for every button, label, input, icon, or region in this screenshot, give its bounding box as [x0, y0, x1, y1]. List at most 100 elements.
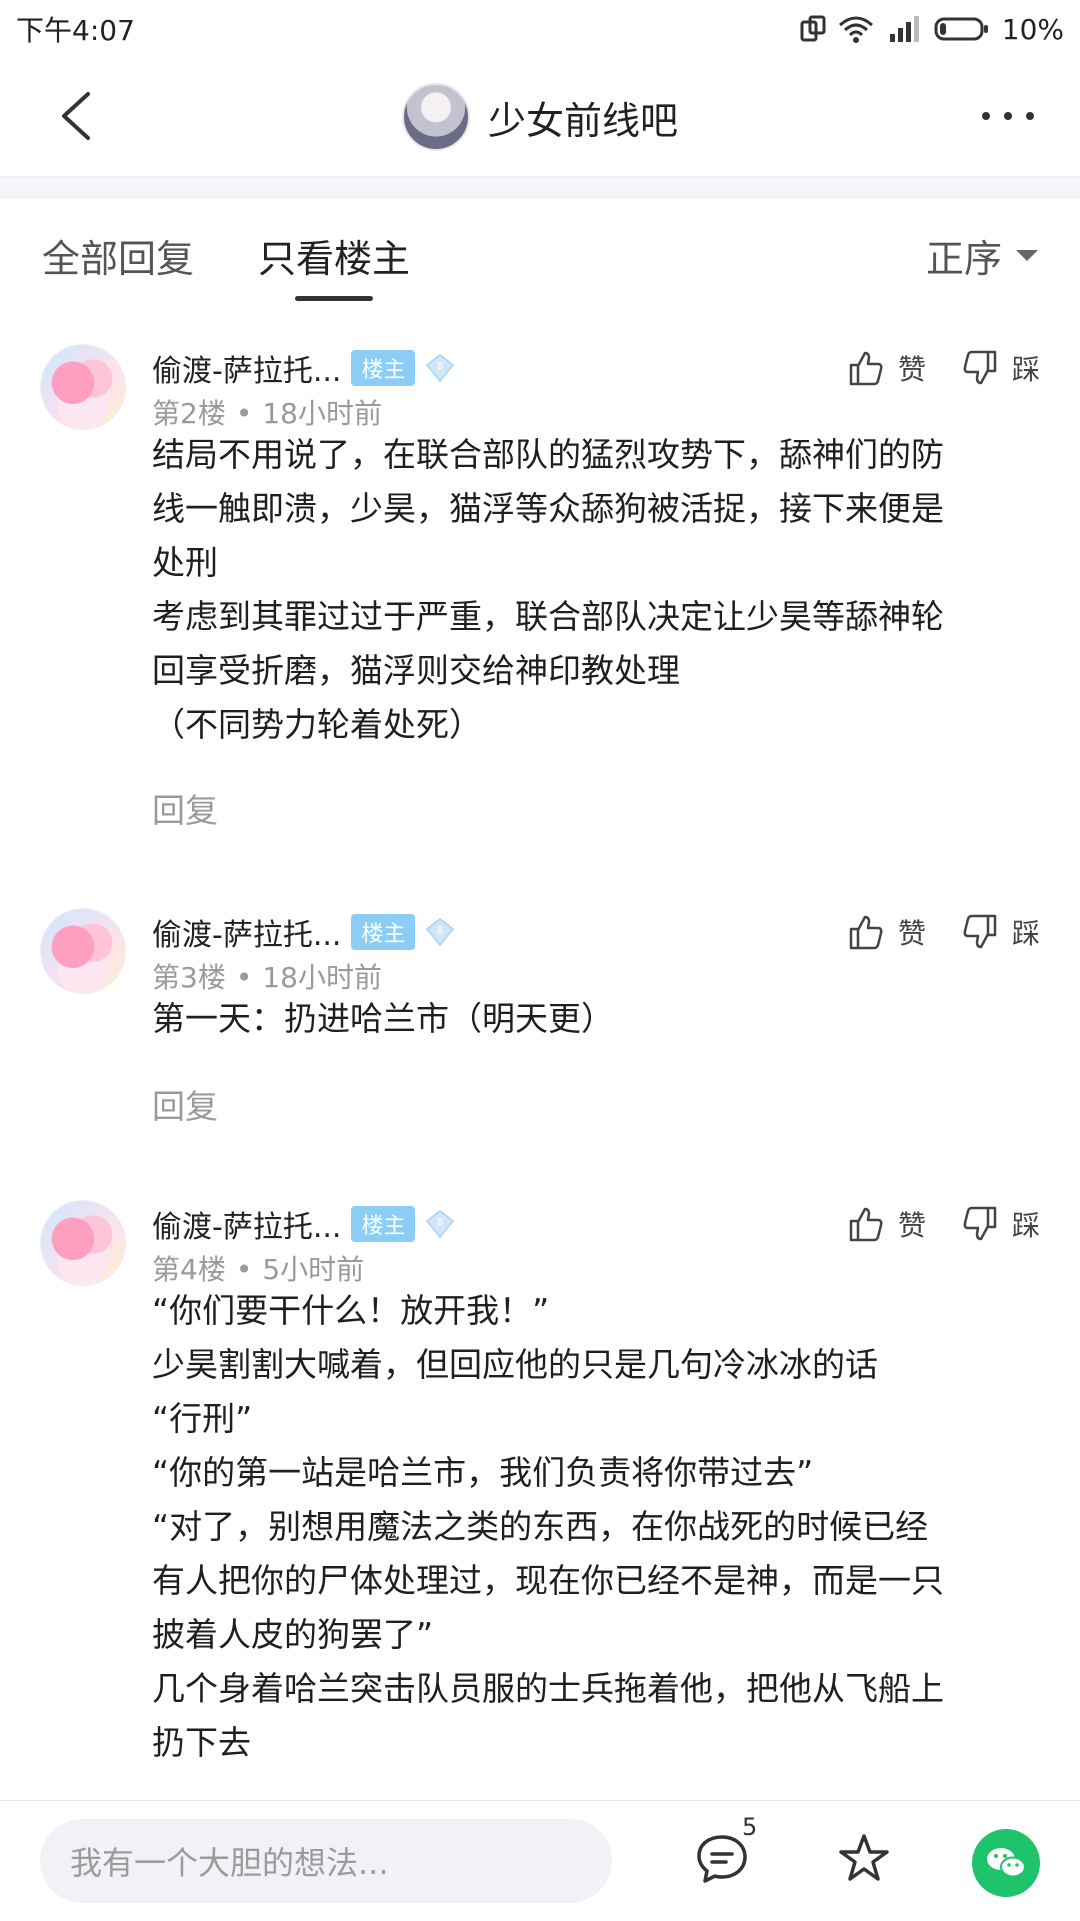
content-line: 扔下去	[152, 1723, 251, 1762]
like-icon	[849, 1207, 883, 1242]
comment-input-placeholder: 我有一个大胆的想法...	[70, 1844, 389, 1882]
post-floor-3: 偷渡-萨拉托... 楼主 8 第3楼 • 18小时前 赞 踩 第一天：扔进哈兰市（明…	[0, 908, 1080, 1128]
post-content: 结局不用说了，在联合部队的猛烈攻势下，舔神们的防 线一触即溃，少昊，猫浮等众舔狗…	[152, 428, 1042, 752]
level-gem-icon: 8	[426, 1210, 455, 1239]
content-line: “对了，别想用魔法之类的东西，在你战死的时候已经	[152, 1507, 929, 1546]
like-label: 赞	[897, 917, 926, 950]
content-line: 披着人皮的狗罢了”	[152, 1615, 434, 1654]
dislike-icon	[963, 350, 997, 385]
content-line: 考虑到其罪过过于严重，联合部队决定让少昊等舔神轮	[152, 597, 944, 636]
like-label: 赞	[897, 353, 926, 386]
post-content: 第一天：扔进哈兰市（明天更）	[152, 992, 1042, 1046]
avatar[interactable]	[40, 1200, 126, 1286]
dislike-button[interactable]: 踩	[960, 1204, 1040, 1244]
status-time: 下午4:07	[16, 14, 135, 47]
like-button[interactable]: 赞	[846, 1204, 926, 1244]
content-line: 线一触即溃，少昊，猫浮等众舔狗被活捉，接下来便是	[152, 489, 944, 528]
sort-toggle[interactable]: 正序	[926, 228, 1038, 283]
owner-badge: 楼主	[351, 1206, 416, 1242]
dislike-label: 踩	[1011, 353, 1040, 386]
dislike-button[interactable]: 踩	[960, 348, 1040, 388]
post-meta: 第4楼 • 5小时前	[152, 1253, 365, 1286]
nfc-icon	[800, 15, 826, 42]
battery-icon	[934, 17, 988, 41]
content-line: 有人把你的尸体处理过，现在你已经不是神，而是一只	[152, 1561, 944, 1600]
user-line: 偷渡-萨拉托... 楼主 8	[152, 1202, 455, 1246]
comment-input[interactable]: 我有一个大胆的想法...	[40, 1819, 612, 1903]
comment-count: 5	[742, 1813, 758, 1841]
reply-tabs: 全部回复 只看楼主 正序	[0, 198, 1080, 308]
content-line: 第一天：扔进哈兰市（明天更）	[152, 999, 614, 1038]
post-floor-4: 偷渡-萨拉托... 楼主 8 第4楼 • 5小时前 赞 踩 “你们要干什么！放开我！…	[0, 1200, 1080, 1800]
post-meta: 第3楼 • 18小时前	[152, 961, 382, 994]
header: 少女前线吧	[0, 58, 1080, 176]
post-meta: 第2楼 • 18小时前	[152, 397, 382, 430]
like-label: 赞	[897, 1209, 926, 1242]
content-line: 几个身着哈兰突击队员服的士兵拖着他，把他从飞船上	[152, 1669, 944, 1708]
username[interactable]: 偷渡-萨拉托...	[152, 346, 341, 390]
dislike-label: 踩	[1011, 917, 1040, 950]
signal-icon	[889, 16, 919, 42]
post-actions: 赞 踩	[846, 912, 1040, 952]
level-gem-icon: 8	[426, 918, 455, 947]
content-line: “你们要干什么！放开我！”	[152, 1291, 550, 1330]
star-icon[interactable]	[836, 1831, 892, 1887]
level-number: 8	[437, 925, 443, 936]
forum-title: 少女前线吧	[487, 98, 678, 143]
bottom-bar: 我有一个大胆的想法... 5	[0, 1800, 1080, 1921]
wifi-icon	[838, 16, 873, 43]
post-actions: 赞 踩	[846, 348, 1040, 388]
like-icon	[849, 915, 883, 950]
username[interactable]: 偷渡-萨拉托...	[152, 1202, 341, 1246]
owner-badge: 楼主	[351, 350, 416, 386]
forum-title-group[interactable]: 少女前线吧	[0, 58, 1080, 176]
like-icon	[849, 351, 883, 386]
like-button[interactable]: 赞	[846, 348, 926, 388]
dislike-button[interactable]: 踩	[960, 912, 1040, 952]
active-tab-indicator	[295, 296, 373, 301]
content-line: 结局不用说了，在联合部队的猛烈攻势下，舔神们的防	[152, 435, 944, 474]
post-time: 18小时前	[262, 961, 382, 994]
reply-button[interactable]: 回复	[152, 784, 218, 832]
dislike-icon	[963, 1206, 997, 1241]
content-line: 少昊割割大喊着，但回应他的只是几句冷冰冰的话	[152, 1345, 878, 1384]
dislike-icon	[963, 914, 997, 949]
user-line: 偷渡-萨拉托... 楼主 8	[152, 346, 455, 390]
user-line: 偷渡-萨拉托... 楼主 8	[152, 910, 455, 954]
content-line: “你的第一站是哈兰市，我们负责将你带过去”	[152, 1453, 814, 1492]
level-gem-icon: 8	[426, 354, 455, 383]
avatar[interactable]	[40, 344, 126, 430]
username[interactable]: 偷渡-萨拉托...	[152, 910, 341, 954]
owner-badge: 楼主	[351, 914, 416, 950]
content-line: （不同势力轮着处死）	[152, 705, 482, 744]
floor-number: 第2楼	[152, 397, 226, 430]
forum-avatar	[401, 83, 470, 151]
status-bar: 下午4:07 10%	[0, 0, 1080, 58]
post-time: 5小时前	[262, 1253, 365, 1286]
post-time: 18小时前	[262, 397, 382, 430]
post-actions: 赞 踩	[846, 1204, 1040, 1244]
sort-label: 正序	[925, 237, 1002, 281]
divider	[0, 176, 1080, 199]
reply-button[interactable]: 回复	[152, 1080, 218, 1128]
post-floor-2: 偷渡-萨拉托... 楼主 8 第2楼 • 18小时前 赞 踩 结局不用说了，在联合部…	[0, 344, 1080, 830]
avatar[interactable]	[40, 908, 126, 994]
content-line: “行刑”	[152, 1399, 253, 1438]
level-number: 8	[437, 361, 443, 372]
wechat-share-button[interactable]	[972, 1829, 1040, 1897]
floor-number: 第4楼	[152, 1253, 226, 1286]
dislike-label: 踩	[1011, 1209, 1040, 1242]
floor-number: 第3楼	[152, 961, 226, 994]
caret-down-icon	[1016, 250, 1038, 261]
like-button[interactable]: 赞	[846, 912, 926, 952]
level-number: 8	[437, 1217, 443, 1228]
battery-percent: 10%	[1001, 12, 1064, 46]
wechat-icon	[987, 1848, 1026, 1878]
tab-all-replies[interactable]: 全部回复	[42, 228, 194, 283]
post-content: “你们要干什么！放开我！” 少昊割割大喊着，但回应他的只是几句冷冰冰的话 “行刑…	[152, 1284, 1042, 1770]
content-line: 处刑	[152, 543, 218, 582]
content-line: 回享受折磨，猫浮则交给神印教处理	[152, 651, 680, 690]
status-icons: 10%	[800, 13, 1064, 46]
tab-owner-only[interactable]: 只看楼主	[258, 228, 410, 283]
more-icon[interactable]	[980, 108, 1036, 124]
